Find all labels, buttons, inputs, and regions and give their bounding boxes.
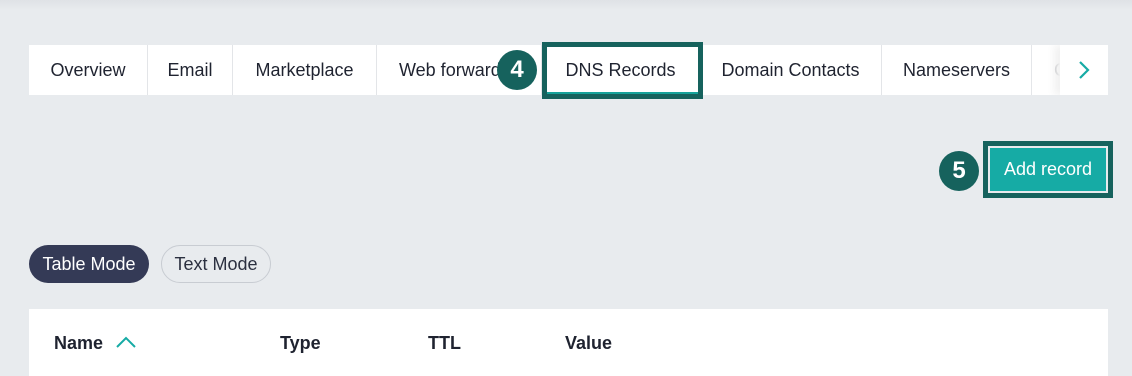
top-shade xyxy=(0,0,1132,10)
step-badge-5: 5 xyxy=(939,151,979,191)
add-record-button[interactable]: Add record xyxy=(990,148,1106,191)
tab-nameservers[interactable]: Nameservers xyxy=(882,45,1032,95)
column-header-ttl[interactable]: TTL xyxy=(428,333,461,354)
chevron-up-icon[interactable] xyxy=(115,335,137,349)
column-header-type[interactable]: Type xyxy=(280,333,321,354)
table-mode-toggle[interactable]: Table Mode xyxy=(29,245,149,283)
text-mode-toggle[interactable]: Text Mode xyxy=(161,245,271,283)
dns-records-table: Name Type TTL Value xyxy=(29,309,1108,376)
tabs-scroll-next-button[interactable] xyxy=(1060,45,1108,95)
column-header-value[interactable]: Value xyxy=(565,333,612,354)
tab-marketplace[interactable]: Marketplace xyxy=(233,45,377,95)
step-badge-4: 4 xyxy=(497,50,537,90)
domain-tabs: Overview Email Marketplace Web forwardin… xyxy=(29,45,1108,95)
tab-domain-contacts[interactable]: Domain Contacts xyxy=(700,45,882,95)
chevron-right-icon xyxy=(1079,61,1090,79)
column-header-name[interactable]: Name xyxy=(54,333,103,354)
tabs-fade xyxy=(1030,45,1060,95)
tab-dns-records[interactable]: DNS Records xyxy=(542,45,700,95)
add-record-highlight: Add record xyxy=(983,141,1113,198)
tab-overview[interactable]: Overview xyxy=(29,45,148,95)
tab-email[interactable]: Email xyxy=(148,45,233,95)
